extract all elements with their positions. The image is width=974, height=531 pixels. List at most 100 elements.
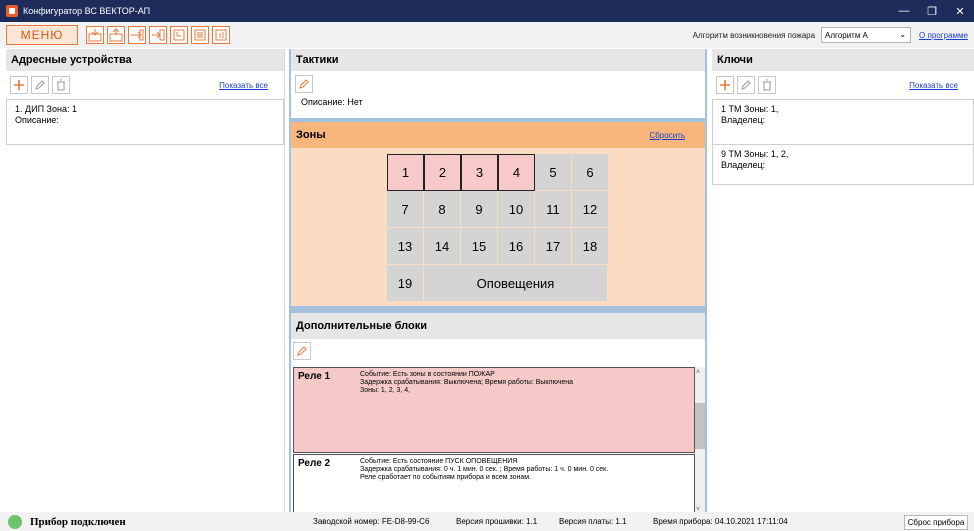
relay-1-details: Событие: Есть зоны в состоянии ПОЖАР Зад… bbox=[360, 371, 690, 395]
zone-cell-6[interactable]: 6 bbox=[572, 154, 609, 191]
edit-key-button[interactable] bbox=[737, 76, 755, 94]
extra-title: Дополнительные блоки bbox=[291, 313, 705, 339]
tactics-panel: Тактики Описание: Нет bbox=[291, 49, 705, 118]
zone-cell-14[interactable]: 14 bbox=[424, 228, 461, 265]
relay-1-zones: Зоны: 1, 2, 3, 4, bbox=[360, 387, 411, 394]
relay-1-name: Реле 1 bbox=[298, 371, 331, 382]
toolbar: МЕНЮ Алгоритм возникновения пожара Алгор… bbox=[0, 22, 974, 48]
relay-1-card[interactable]: Реле 1 Событие: Есть зоны в состоянии ПО… bbox=[293, 367, 695, 453]
zone-cell-16[interactable]: 16 bbox=[498, 228, 535, 265]
device-read-icon[interactable] bbox=[86, 26, 104, 44]
window-controls: — ❐ ✕ bbox=[890, 0, 974, 22]
device-item-line1: 1. ДИП Зона: 1 bbox=[15, 104, 77, 114]
relay-2-card[interactable]: Реле 2 Событие: Есть состояние ПУСК ОПОВ… bbox=[293, 454, 695, 519]
window-title: Конфигуратор ВС ВЕКТОР-АП bbox=[23, 6, 151, 16]
edit-tactic-button[interactable] bbox=[295, 75, 313, 93]
info-icon[interactable] bbox=[212, 26, 230, 44]
log-icon[interactable] bbox=[191, 26, 209, 44]
fire-algorithm-value: Алгоритм А bbox=[825, 30, 868, 40]
zone-cell-18[interactable]: 18 bbox=[572, 228, 609, 265]
menu-button[interactable]: МЕНЮ bbox=[6, 25, 78, 45]
notifications-cell[interactable]: Оповещения bbox=[424, 265, 608, 302]
connection-status: Прибор подключен bbox=[30, 515, 126, 528]
tactics-actions bbox=[291, 71, 705, 93]
device-time: Время прибора: 04.10.2021 17:11:04 bbox=[653, 517, 788, 526]
device-item-line2: Описание: bbox=[15, 115, 59, 125]
edit-block-button[interactable] bbox=[293, 342, 311, 360]
zone-cell-12[interactable]: 12 bbox=[572, 191, 609, 228]
devices-panel: Адресные устройства Показать все 1. ДИП … bbox=[6, 49, 285, 512]
title-bar: Конфигуратор ВС ВЕКТОР-АП — ❐ ✕ bbox=[0, 0, 974, 22]
delete-device-button[interactable] bbox=[52, 76, 70, 94]
key-item[interactable]: 1 ТМ Зоны: 1, Владелец: bbox=[712, 99, 974, 145]
zone-cell-11[interactable]: 11 bbox=[535, 191, 572, 228]
scrollbar-thumb[interactable] bbox=[695, 403, 705, 449]
zone-cell-10[interactable]: 10 bbox=[498, 191, 535, 228]
relay-2-name: Реле 2 bbox=[298, 458, 331, 469]
add-device-button[interactable] bbox=[10, 76, 28, 94]
relay-1-timing: Задержка срабатывания: Выключена; Время … bbox=[360, 379, 574, 386]
relay-2-event: Событие: Есть состояние ПУСК ОПОВЕЩЕНИЯ bbox=[360, 458, 518, 465]
tactics-description: Описание: Нет bbox=[301, 97, 363, 107]
middle-column: Тактики Описание: Нет Зоны Сбросить 1 2 … bbox=[289, 49, 707, 519]
device-item[interactable]: 1. ДИП Зона: 1 Описание: bbox=[6, 99, 284, 145]
devices-actions: Показать все bbox=[6, 71, 284, 99]
zone-cell-9[interactable]: 9 bbox=[461, 191, 498, 228]
toolbar-icons bbox=[86, 26, 230, 44]
reset-device-button[interactable]: Сброс прибора bbox=[904, 515, 968, 530]
connection-indicator-icon bbox=[8, 514, 22, 529]
relay-2-details: Событие: Есть состояние ПУСК ОПОВЕЩЕНИЯ … bbox=[360, 458, 690, 482]
board-version: Версия платы: 1.1 bbox=[559, 517, 627, 526]
scroll-up-icon[interactable]: ˄ bbox=[696, 369, 700, 376]
zone-cell-7[interactable]: 7 bbox=[387, 191, 424, 228]
zone-cell-13[interactable]: 13 bbox=[387, 228, 424, 265]
zone-cell-19[interactable]: 19 bbox=[387, 265, 424, 302]
zones-reset-link[interactable]: Сбросить bbox=[649, 131, 685, 140]
delete-key-button[interactable] bbox=[758, 76, 776, 94]
zones-panel: Зоны Сбросить 1 2 3 4 5 6 7 8 9 10 11 12… bbox=[291, 122, 705, 306]
key-item[interactable]: 9 ТМ Зоны: 1, 2, Владелец: bbox=[712, 145, 974, 185]
zone-cell-4[interactable]: 4 bbox=[498, 154, 535, 191]
tactics-title: Тактики bbox=[291, 49, 705, 71]
minimize-icon[interactable]: — bbox=[890, 0, 918, 22]
import-icon[interactable] bbox=[149, 26, 167, 44]
close-icon[interactable]: ✕ bbox=[946, 0, 974, 22]
keys-show-all-link[interactable]: Показать все bbox=[909, 81, 958, 90]
keys-title: Ключи bbox=[712, 49, 974, 71]
export-icon[interactable] bbox=[128, 26, 146, 44]
zone-cell-3[interactable]: 3 bbox=[461, 154, 498, 191]
keys-panel: Ключи Показать все 1 ТМ Зоны: 1, Владеле… bbox=[712, 49, 974, 512]
key-item-line1: 1 ТМ Зоны: 1, bbox=[721, 104, 779, 114]
zone-cell-8[interactable]: 8 bbox=[424, 191, 461, 228]
zones-title: Зоны bbox=[296, 129, 326, 141]
zone-cell-17[interactable]: 17 bbox=[535, 228, 572, 265]
devices-show-all-link[interactable]: Показать все bbox=[219, 81, 268, 90]
zones-header: Зоны Сбросить bbox=[291, 122, 705, 148]
status-bar: Прибор подключен Заводской номер: FE-D8-… bbox=[0, 512, 974, 531]
fire-algorithm-label: Алгоритм возникновения пожара bbox=[692, 30, 816, 40]
zone-cell-2[interactable]: 2 bbox=[424, 154, 461, 191]
about-link[interactable]: О программе bbox=[919, 31, 968, 40]
app-icon bbox=[6, 5, 18, 17]
device-write-icon[interactable] bbox=[107, 26, 125, 44]
relay-scrollbar[interactable]: ˄ ˅ bbox=[695, 367, 705, 515]
edit-device-button[interactable] bbox=[31, 76, 49, 94]
extra-blocks-panel: Дополнительные блоки Реле 1 Событие: Ест… bbox=[291, 313, 705, 519]
extra-actions bbox=[291, 339, 705, 367]
keys-actions: Показать все bbox=[712, 71, 974, 99]
relay-2-timing: Задержка срабатывания: 0 ч. 1 мин. 0 сек… bbox=[360, 466, 609, 473]
serial-number: Заводской номер: FE-D8-99-C6 bbox=[313, 517, 430, 526]
relay-2-rule: Реле сработает по событиям прибора и все… bbox=[360, 474, 532, 481]
chevron-down-icon: ⌄ bbox=[899, 30, 907, 39]
key-item-line2: Владелец: bbox=[721, 160, 766, 170]
restore-icon[interactable]: ❐ bbox=[918, 0, 946, 22]
key-item-line1: 9 ТМ Зоны: 1, 2, bbox=[721, 149, 789, 159]
zone-grid: 1 2 3 4 5 6 7 8 9 10 11 12 13 14 15 16 1… bbox=[387, 154, 609, 302]
relay-1-event: Событие: Есть зоны в состоянии ПОЖАР bbox=[360, 371, 495, 378]
clock-icon[interactable] bbox=[170, 26, 188, 44]
zone-cell-15[interactable]: 15 bbox=[461, 228, 498, 265]
fire-algorithm-select[interactable]: Алгоритм А ⌄ bbox=[821, 27, 912, 43]
add-key-button[interactable] bbox=[716, 76, 734, 94]
zone-cell-5[interactable]: 5 bbox=[535, 154, 572, 191]
zone-cell-1[interactable]: 1 bbox=[387, 154, 424, 191]
